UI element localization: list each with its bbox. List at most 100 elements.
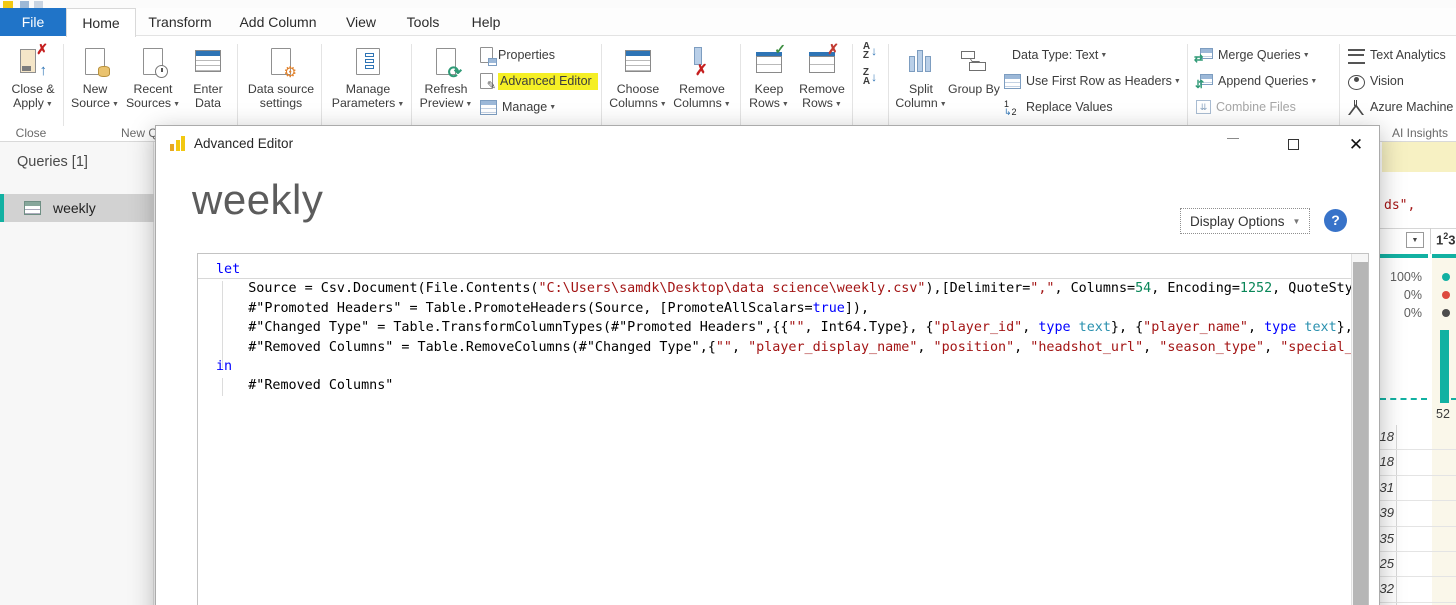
data-source-settings-button[interactable]: ⚙ Data source settings: [243, 42, 319, 128]
sort-ascending-button[interactable]: A Z ↓: [857, 40, 883, 62]
dialog-title: Advanced Editor: [194, 136, 294, 151]
tab-transform[interactable]: Transform: [140, 8, 220, 36]
sort-descending-button[interactable]: Z A ↓: [857, 66, 883, 88]
text-analytics-icon: [1348, 48, 1365, 64]
numeric-type-icon[interactable]: 123: [1436, 231, 1455, 247]
group-separator: [1187, 44, 1188, 126]
scrollbar-thumb[interactable]: [1353, 262, 1368, 605]
vision-button[interactable]: Vision: [1348, 70, 1404, 92]
data-type-button[interactable]: Data Type: Text ▼: [1012, 44, 1107, 66]
combine-files-button: ⇊ Combine Files: [1196, 96, 1296, 118]
data-source-settings-icon: ⚙: [271, 47, 297, 80]
replace-values-button[interactable]: 1 ↳2 Replace Values: [1004, 96, 1113, 118]
quality-error-pct: 0%: [1403, 288, 1422, 302]
data-preview-sliver: ds", ▼ 123 100% 0% 0% 52 18 18 31 39 35 …: [1380, 142, 1456, 605]
tab-file[interactable]: File: [0, 8, 66, 36]
group-label-close: Close: [15, 126, 47, 140]
manage-button[interactable]: Manage ▼: [480, 96, 556, 118]
vertical-scrollbar[interactable]: [1351, 254, 1368, 605]
remove-columns-button[interactable]: ✗ Remove Columns ▼: [669, 42, 735, 128]
distribution-histogram-bar: [1440, 330, 1449, 403]
enter-data-button[interactable]: Enter Data: [184, 42, 232, 128]
advanced-editor-highlight: Advanced Editor: [498, 72, 598, 90]
tab-tools[interactable]: Tools: [394, 8, 452, 36]
table-row: 25: [1380, 552, 1456, 578]
table-row: 31: [1380, 476, 1456, 502]
manage-icon: [480, 99, 497, 115]
close-apply-button[interactable]: ✗ ↑ Close & Apply ▼: [4, 42, 62, 128]
choose-columns-button[interactable]: Choose Columns ▼: [607, 42, 669, 128]
query-item-weekly[interactable]: weekly: [0, 194, 154, 222]
text-analytics-button[interactable]: Text Analytics: [1348, 44, 1446, 66]
append-queries-button[interactable]: ⇵ Append Queries ▼: [1195, 70, 1317, 92]
keep-rows-button[interactable]: ✓ Keep Rows ▼: [744, 42, 794, 128]
table-row: 32: [1380, 577, 1456, 603]
distribution-dashed-baseline: [1380, 398, 1427, 400]
tab-add-column[interactable]: Add Column: [228, 8, 328, 36]
properties-button[interactable]: Properties: [480, 44, 555, 66]
column-quality-bar: [1380, 254, 1428, 258]
manage-parameters-button[interactable]: Manage Parameters ▼: [327, 42, 409, 128]
close-button[interactable]: ✕: [1341, 134, 1371, 156]
query-item-label: weekly: [53, 200, 96, 216]
titlebar-sliver: [0, 0, 1456, 8]
power-bi-logo-icon: [170, 135, 186, 151]
group-by-button[interactable]: Group By: [948, 42, 1000, 128]
recent-sources-button[interactable]: Recent Sources ▼: [122, 42, 184, 128]
group-separator: [888, 44, 889, 126]
table-row: 35: [1380, 527, 1456, 552]
table-row: 18: [1380, 425, 1456, 451]
group-separator: [1339, 44, 1340, 126]
group-by-icon: [961, 49, 987, 73]
queries-panel: Queries [1] weekly: [0, 142, 154, 605]
azure-ml-button[interactable]: Azure Machine: [1348, 96, 1453, 118]
table-row: 39: [1380, 501, 1456, 527]
split-column-icon: [908, 48, 934, 74]
distribution-dashed-baseline: [1451, 398, 1456, 400]
tab-home[interactable]: Home: [66, 8, 136, 37]
quality-valid-pct: 100%: [1390, 270, 1422, 284]
preview-rows: 18 18 31 39 35 25 32: [1380, 425, 1456, 603]
remove-rows-button[interactable]: ✗ Remove Rows ▼: [794, 42, 850, 128]
maximize-button[interactable]: [1278, 134, 1308, 156]
merge-queries-icon: ⇄: [1194, 47, 1213, 65]
quality-empty-dot: [1442, 309, 1450, 317]
display-options-dropdown[interactable]: Display Options ▼: [1180, 208, 1311, 234]
combine-files-icon: ⇊: [1196, 100, 1211, 114]
formula-text-fragment: ds",: [1384, 198, 1416, 213]
help-icon[interactable]: ?: [1324, 209, 1347, 232]
distinct-count: 52: [1436, 407, 1450, 421]
choose-columns-icon: [625, 50, 651, 72]
tab-help[interactable]: Help: [458, 8, 514, 36]
remove-columns-icon: ✗: [690, 47, 714, 77]
group-separator: [321, 44, 322, 126]
split-column-button[interactable]: Split Column ▼: [894, 42, 948, 128]
refresh-preview-button[interactable]: ⟳ Refresh Preview ▼: [417, 42, 475, 128]
vision-icon: [1348, 74, 1365, 90]
replace-values-icon: 1 ↳2: [1004, 98, 1017, 117]
app-logo-icon: [3, 1, 13, 8]
selected-accent-bar: [0, 194, 4, 222]
advanced-editor-dialog: Advanced Editor ✕ weekly Display Options…: [155, 125, 1380, 605]
advanced-editor-button[interactable]: ✎ Advanced Editor: [480, 70, 598, 92]
quality-error-dot: [1442, 291, 1450, 299]
chevron-down-icon: ▼: [1292, 216, 1301, 226]
new-source-button[interactable]: New Source ▼: [68, 42, 122, 128]
refresh-preview-icon: ⟳: [436, 47, 462, 81]
query-name-heading: weekly: [192, 176, 324, 223]
column-header-separator: [1430, 228, 1431, 254]
minimize-button[interactable]: [1218, 134, 1248, 156]
tab-view[interactable]: View: [332, 8, 390, 36]
filter-dropdown-icon[interactable]: ▼: [1406, 232, 1424, 248]
queries-panel-header: Queries [1]: [17, 154, 88, 170]
code-lines: let Source = Csv.Document(File.Contents(…: [198, 260, 1351, 396]
properties-icon: [480, 47, 497, 66]
group-separator: [411, 44, 412, 126]
code-editor[interactable]: let Source = Csv.Document(File.Contents(…: [197, 253, 1369, 605]
new-source-icon: [85, 47, 110, 77]
use-first-row-button[interactable]: Use First Row as Headers ▼: [1004, 70, 1181, 92]
enter-data-icon: [195, 50, 221, 72]
group-separator: [601, 44, 602, 126]
quality-valid-dot: [1442, 273, 1450, 281]
merge-queries-button[interactable]: ⇄ Merge Queries ▼: [1194, 44, 1310, 66]
